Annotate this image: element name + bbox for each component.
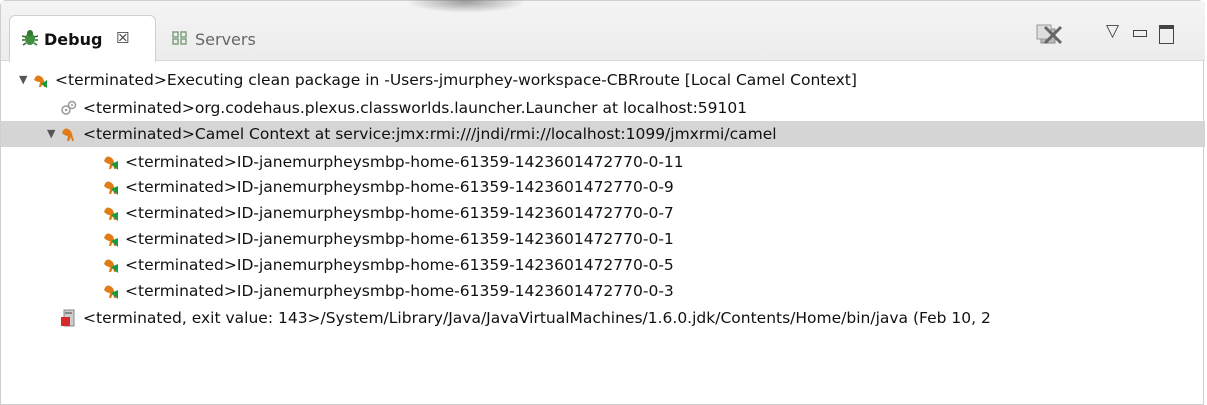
tree-row-label: <terminated>Executing clean package in -… bbox=[55, 71, 857, 89]
tree-row[interactable]: <terminated>ID-janemurpheysmbp-home-6135… bbox=[1, 149, 1205, 175]
tree-row-label: <terminated>ID-janemurpheysmbp-home-6135… bbox=[125, 178, 674, 196]
remove-all-terminated-icon[interactable] bbox=[1035, 23, 1065, 47]
tab-close-icon[interactable]: ☒ bbox=[116, 29, 129, 47]
tree-row-label: <terminated>ID-janemurpheysmbp-home-6135… bbox=[125, 282, 674, 300]
tree-row[interactable]: <terminated>ID-janemurpheysmbp-home-6135… bbox=[1, 174, 1205, 200]
camel-route-icon bbox=[101, 282, 119, 300]
expand-twisty-icon[interactable]: ▼ bbox=[19, 67, 27, 93]
tree-row-label: <terminated>ID-janemurpheysmbp-home-6135… bbox=[125, 204, 674, 222]
tree-row[interactable]: ▼ <terminated>Executing clean package in … bbox=[1, 67, 1205, 93]
debug-target-icon bbox=[59, 99, 77, 117]
tree-row-label: <terminated>ID-janemurpheysmbp-home-6135… bbox=[125, 230, 674, 248]
drag-shadow bbox=[406, 0, 526, 13]
camel-launch-icon bbox=[31, 71, 49, 89]
tree-row-label: <terminated>ID-janemurpheysmbp-home-6135… bbox=[125, 153, 684, 171]
camel-route-icon bbox=[101, 178, 119, 196]
tab-servers[interactable]: Servers bbox=[165, 23, 275, 53]
debug-view: Debug ☒ Servers ▽ ▼ <terminated>Executin… bbox=[0, 0, 1205, 405]
debug-bug-icon bbox=[20, 28, 39, 46]
tree-row[interactable]: <terminated>ID-janemurpheysmbp-home-6135… bbox=[1, 200, 1205, 226]
tree-row-label: <terminated>ID-janemurpheysmbp-home-6135… bbox=[125, 256, 674, 274]
camel-route-icon bbox=[101, 153, 119, 171]
tree-row-label: <terminated>org.codehaus.plexus.classwor… bbox=[83, 99, 748, 117]
tree-row[interactable]: <terminated, exit value: 143>/System/Lib… bbox=[1, 305, 1205, 331]
camel-route-icon bbox=[101, 256, 119, 274]
camel-route-icon bbox=[101, 230, 119, 248]
view-tab-bar: Debug ☒ Servers ▽ bbox=[1, 0, 1205, 62]
tree-row[interactable]: <terminated>ID-janemurpheysmbp-home-6135… bbox=[1, 226, 1205, 252]
tab-debug-label: Debug bbox=[44, 30, 103, 49]
tab-debug[interactable]: Debug ☒ bbox=[9, 15, 156, 62]
tree-row[interactable]: <terminated>ID-janemurpheysmbp-home-6135… bbox=[1, 252, 1205, 278]
camel-context-icon bbox=[59, 125, 77, 143]
expand-twisty-icon[interactable]: ▼ bbox=[47, 121, 55, 147]
minimize-icon[interactable] bbox=[1133, 30, 1147, 37]
servers-icon bbox=[171, 29, 189, 47]
tab-servers-label: Servers bbox=[195, 30, 256, 49]
tree-row[interactable]: ▼ <terminated>Camel Context at service:jm… bbox=[1, 121, 1205, 147]
maximize-icon[interactable] bbox=[1159, 25, 1174, 44]
tree-row-label: <terminated>Camel Context at service:jmx… bbox=[83, 125, 777, 143]
process-icon bbox=[59, 309, 77, 327]
camel-route-icon bbox=[101, 204, 119, 222]
view-menu-icon[interactable]: ▽ bbox=[1106, 21, 1119, 41]
tree-row[interactable]: <terminated>org.codehaus.plexus.classwor… bbox=[1, 95, 1205, 121]
tree-row-label: <terminated, exit value: 143>/System/Lib… bbox=[83, 309, 991, 327]
tree-row[interactable]: <terminated>ID-janemurpheysmbp-home-6135… bbox=[1, 278, 1205, 304]
